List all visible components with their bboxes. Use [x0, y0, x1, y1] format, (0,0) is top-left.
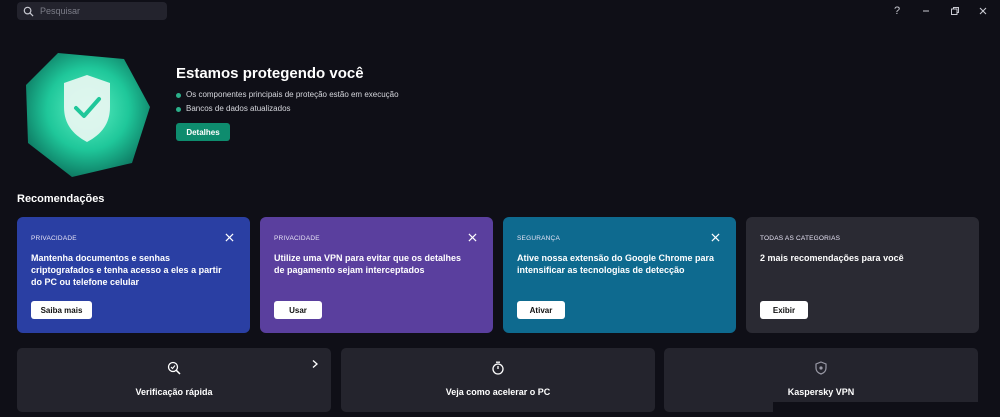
card-text: 2 mais recomendações para você — [760, 253, 904, 263]
status-text: Bancos de dados atualizados — [186, 104, 291, 113]
recommendation-card: TODAS AS CATEGORIAS 2 mais recomendações… — [746, 217, 979, 333]
card-text: Mantenha documentos e senhas criptografa… — [31, 253, 222, 287]
close-icon[interactable] — [225, 233, 234, 242]
recommendation-card: SEGURANÇA Ative nossa extensão do Google… — [503, 217, 736, 333]
card-category: PRIVACIDADE — [31, 235, 77, 242]
chevron-right-icon — [312, 360, 318, 368]
close-icon[interactable] — [711, 233, 720, 242]
minimize-icon[interactable] — [917, 3, 935, 19]
status-item: Bancos de dados atualizados — [176, 102, 399, 116]
hero-title: Estamos protegendo você — [176, 65, 364, 82]
status-text: Os componentes principais de proteção es… — [186, 90, 399, 99]
title-bar: ? — [0, 0, 1000, 24]
card-category: PRIVACIDADE — [274, 235, 320, 242]
close-icon[interactable] — [468, 233, 477, 242]
tile-label: Verificação rápida — [135, 387, 213, 397]
tile-label: Kaspersky VPN — [787, 387, 855, 397]
vpn-shield-icon — [815, 361, 827, 375]
details-button[interactable]: Detalhes — [176, 123, 230, 141]
stopwatch-icon — [492, 361, 504, 375]
speed-up-tile[interactable]: Veja como acelerar o PC — [341, 348, 655, 412]
card-text: Ative nossa extensão do Google Chrome pa… — [517, 253, 715, 275]
status-dot — [176, 92, 181, 98]
recommendation-card: PRIVACIDADE Mantenha documentos e senhas… — [17, 217, 250, 333]
protection-status-graphic — [20, 45, 155, 180]
quick-scan-icon — [167, 361, 181, 375]
card-category: TODAS AS CATEGORIAS — [760, 235, 841, 242]
status-dot — [176, 106, 181, 112]
tile-label: Veja como acelerar o PC — [445, 387, 551, 397]
show-button[interactable]: Exibir — [760, 301, 808, 319]
shield-check-icon — [26, 53, 150, 177]
search-icon — [23, 6, 34, 17]
search-input[interactable] — [40, 6, 160, 16]
notification-strip — [773, 402, 1000, 417]
recommendation-card: PRIVACIDADE Utilize uma VPN para evitar … — [260, 217, 493, 333]
help-icon[interactable]: ? — [888, 3, 906, 19]
learn-more-button[interactable]: Saiba mais — [31, 301, 92, 319]
recommendations-heading: Recomendações — [17, 193, 105, 205]
activate-button[interactable]: Ativar — [517, 301, 565, 319]
search-box[interactable] — [17, 2, 167, 20]
quick-scan-tile[interactable]: Verificação rápida — [17, 348, 331, 412]
close-icon[interactable] — [974, 3, 992, 19]
restore-icon[interactable] — [946, 3, 964, 19]
status-item: Os componentes principais de proteção es… — [176, 88, 399, 102]
card-category: SEGURANÇA — [517, 235, 560, 242]
use-button[interactable]: Usar — [274, 301, 322, 319]
status-list: Os componentes principais de proteção es… — [176, 88, 399, 116]
card-text: Utilize uma VPN para evitar que os detal… — [274, 253, 462, 275]
